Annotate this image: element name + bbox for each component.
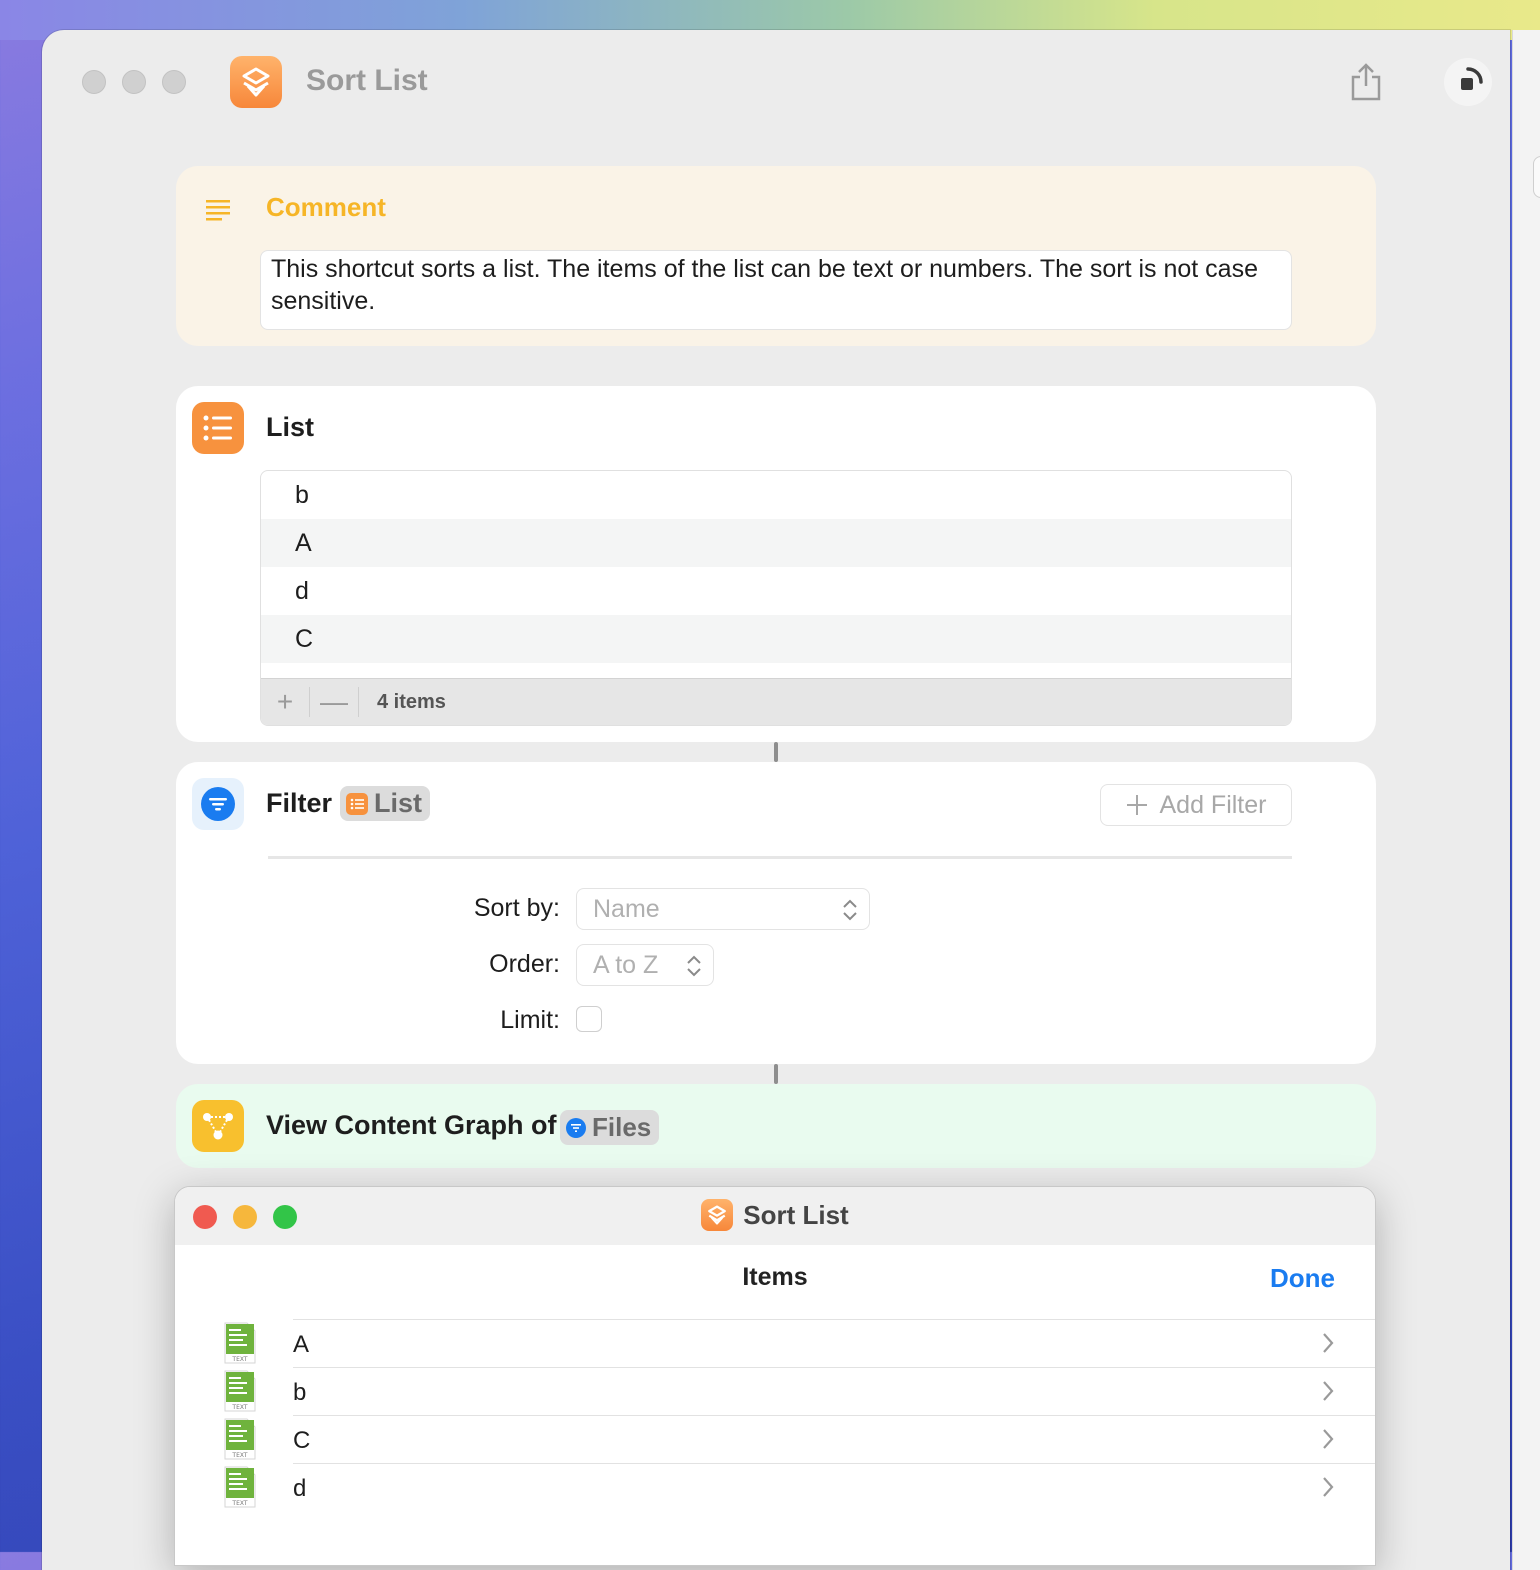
action-connector (774, 742, 778, 762)
add-item-button[interactable]: + (261, 679, 309, 725)
comment-action[interactable]: Comment This shortcut sorts a list. The … (176, 166, 1376, 346)
content-graph-icon (192, 1100, 244, 1152)
divider (358, 687, 359, 717)
result-item-label: d (293, 1475, 307, 1502)
text-file-icon: TEXT (224, 1466, 256, 1508)
result-item-label: C (293, 1427, 311, 1454)
list-item[interactable]: A (261, 519, 1291, 567)
sort-by-value: Name (593, 894, 660, 923)
result-item[interactable]: TEXT C (175, 1415, 1375, 1463)
filter-icon (201, 787, 235, 821)
result-window: Sort List Items Done TEXT A TEXT b TEXT … (174, 1186, 1376, 1566)
chevron-right-icon (1323, 1477, 1334, 1497)
list-action[interactable]: List b A d C + — 4 items (176, 386, 1376, 742)
run-stop-icon (1461, 67, 1483, 90)
file-badge: TEXT (231, 1500, 247, 1507)
chevron-right-icon (1323, 1381, 1334, 1401)
result-item-label: b (293, 1379, 307, 1406)
order-select[interactable]: A to Z (576, 944, 714, 986)
list-action-title: List (266, 412, 315, 442)
result-item[interactable]: TEXT b (175, 1367, 1375, 1415)
filter-action-title: Filter (266, 788, 333, 818)
result-window-title: Sort List (175, 1199, 1375, 1231)
add-filter-button[interactable]: Add Filter (1100, 784, 1292, 826)
list-variable-label: List (374, 788, 423, 818)
result-item[interactable]: TEXT d (175, 1463, 1375, 1511)
file-badge: TEXT (231, 1404, 247, 1411)
comment-title: Comment (266, 192, 386, 222)
list-item[interactable]: C (261, 615, 1291, 663)
list-item[interactable]: b (261, 471, 1291, 519)
item-count: 4 items (377, 690, 446, 713)
text-file-icon: TEXT (224, 1418, 256, 1460)
remove-item-button[interactable]: — (310, 679, 358, 725)
divider (268, 856, 1292, 859)
sort-by-select[interactable]: Name (576, 888, 870, 930)
filter-action[interactable]: Filter List Add Filter Sort by: Name Ord… (176, 762, 1376, 1064)
filter-icon-tile (192, 778, 244, 830)
shortcuts-icon (701, 1199, 734, 1231)
list-item[interactable]: d (261, 567, 1291, 615)
divider (293, 1415, 1375, 1416)
list-items-table: b A d C + — 4 items (260, 470, 1292, 726)
done-button[interactable]: Done (1270, 1263, 1335, 1294)
files-variable-label: Files (592, 1112, 652, 1142)
chevron-updown-icon (687, 955, 701, 977)
action-connector (774, 1064, 778, 1084)
share-button[interactable] (1342, 58, 1390, 106)
zoom-button[interactable] (162, 70, 186, 94)
close-button[interactable] (82, 70, 106, 94)
chevron-right-icon (1323, 1333, 1334, 1353)
text-file-icon: TEXT (224, 1370, 256, 1412)
chevron-updown-icon (843, 899, 857, 921)
list-variable-token[interactable]: List (340, 786, 431, 821)
comment-text-field[interactable]: This shortcut sorts a list. The items of… (260, 250, 1292, 330)
files-variable-token[interactable]: Files (560, 1110, 660, 1145)
window-controls-inactive (82, 70, 186, 94)
view-content-graph-action[interactable]: View Content Graph of Files (176, 1084, 1376, 1168)
shortcuts-icon[interactable] (230, 56, 282, 108)
divider (293, 1463, 1375, 1464)
list-icon (192, 402, 244, 454)
text-file-icon: TEXT (224, 1322, 256, 1364)
window-title[interactable]: Sort List (306, 64, 428, 98)
order-value: A to Z (593, 950, 659, 979)
divider (293, 1367, 1375, 1368)
result-item-label: A (293, 1331, 310, 1358)
result-items-list: TEXT A TEXT b TEXT C TEXT d (175, 1319, 1375, 1511)
share-icon (1351, 63, 1381, 101)
items-header: Items (742, 1263, 808, 1291)
order-label: Order: (489, 950, 560, 978)
result-item[interactable]: TEXT A (175, 1319, 1375, 1367)
file-badge: TEXT (231, 1356, 247, 1363)
chevron-right-icon (1323, 1429, 1334, 1449)
limit-checkbox[interactable] (576, 1006, 602, 1032)
list-icon (346, 792, 368, 815)
side-panel-edge (1512, 30, 1540, 1570)
graph-action-title: View Content Graph of (266, 1110, 557, 1140)
limit-label: Limit: (500, 1006, 560, 1034)
sort-by-label: Sort by: (473, 894, 560, 922)
result-window-titlebar: Sort List (175, 1187, 1375, 1245)
list-footer: + — 4 items (261, 678, 1291, 725)
comment-lines-icon (206, 200, 230, 221)
side-panel-handle[interactable] (1533, 156, 1540, 198)
file-badge: TEXT (231, 1452, 247, 1459)
result-window-title-text: Sort List (743, 1199, 849, 1230)
add-filter-label: Add Filter (1159, 790, 1267, 819)
run-button[interactable] (1444, 58, 1492, 106)
minimize-button[interactable] (122, 70, 146, 94)
filter-icon (566, 1117, 586, 1138)
divider (293, 1319, 1375, 1320)
plus-icon (1126, 795, 1147, 815)
